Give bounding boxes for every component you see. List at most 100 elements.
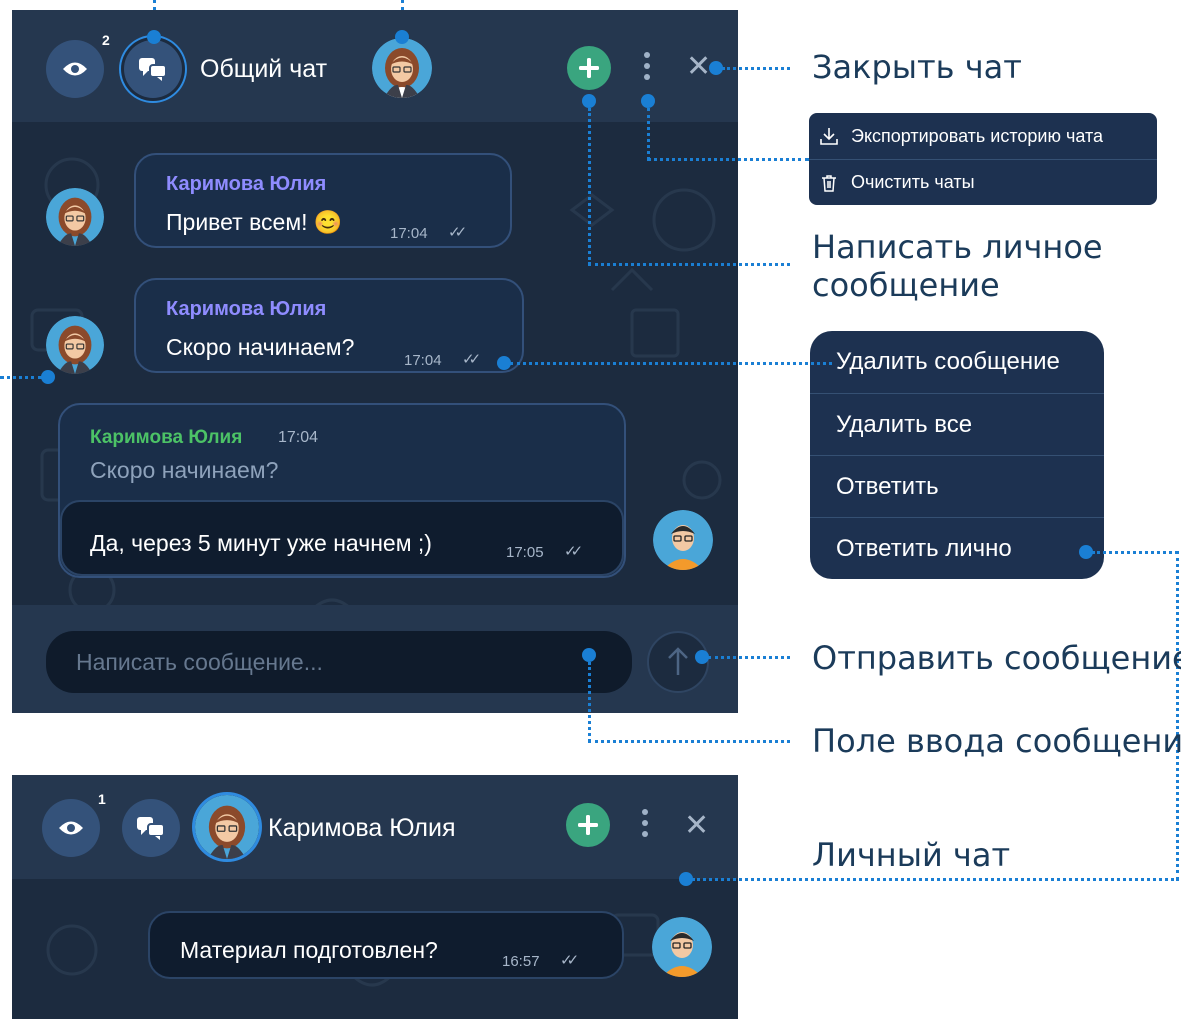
callout-dot xyxy=(679,872,693,886)
callout-line xyxy=(1176,551,1179,880)
more-options-icon[interactable] xyxy=(640,809,650,837)
message-time: 17:05 xyxy=(506,544,544,561)
message-text: Скоро начинаем? xyxy=(166,334,355,360)
new-private-message-button[interactable] xyxy=(567,46,611,90)
viewers-count-badge: 2 xyxy=(102,32,110,48)
message-bubble[interactable]: Да, через 5 минут уже начнем ;) 17:05 ✓✓ xyxy=(60,500,624,576)
reply-privately-label: Ответить лично xyxy=(836,534,1012,562)
callout-dot xyxy=(497,356,511,370)
callout-dot xyxy=(147,30,161,44)
clear-chats-label: Очистить чаты xyxy=(851,172,975,192)
quote-time: 17:04 xyxy=(278,429,319,446)
chat-bubbles-icon xyxy=(137,817,165,840)
clear-chats-item[interactable]: Очистить чаты xyxy=(809,160,1157,205)
more-options-icon[interactable] xyxy=(642,52,652,80)
message-time: 17:04 xyxy=(404,352,442,369)
chat-header: 2 Общий чат ✕ xyxy=(12,10,738,122)
read-checkmarks-icon: ✓✓ xyxy=(448,223,467,241)
message-text: Привет всем! 😊 xyxy=(166,209,343,235)
callout-dot xyxy=(1079,545,1093,559)
read-checkmarks-icon: ✓✓ xyxy=(462,350,481,368)
callout-line xyxy=(588,662,591,742)
message-text: Материал подготовлен? xyxy=(180,937,438,963)
private-chat-panel: 1 Каримова Юлия ✕ Материал подготовлен? … xyxy=(12,775,738,1019)
callout-dot xyxy=(41,370,55,384)
message-text: Да, через 5 минут уже начнем ;) xyxy=(90,530,432,556)
message-input[interactable] xyxy=(46,631,632,693)
man-avatar-icon xyxy=(653,510,713,570)
export-history-label: Экспортировать историю чата xyxy=(851,125,1104,146)
callout-dot xyxy=(582,94,596,108)
callout-line xyxy=(647,108,650,160)
message-time: 17:04 xyxy=(390,225,428,242)
own-avatar xyxy=(652,917,712,977)
message-time: 16:57 xyxy=(502,953,540,970)
viewers-button[interactable] xyxy=(46,40,104,98)
callout-line xyxy=(588,108,591,265)
message-author-avatar xyxy=(46,188,104,246)
callout-line xyxy=(0,376,42,379)
message-bubble[interactable]: Материал подготовлен? 16:57 ✓✓ xyxy=(148,911,624,979)
callout-dot xyxy=(695,650,709,664)
read-checkmarks-icon: ✓✓ xyxy=(560,951,579,969)
woman-avatar-icon xyxy=(195,795,259,859)
reply-item[interactable]: Ответить xyxy=(810,456,1104,518)
message-input-bar xyxy=(12,605,738,713)
plus-icon xyxy=(578,815,598,835)
delete-all-item[interactable]: Удалить все xyxy=(810,394,1104,456)
reply-privately-item[interactable]: Ответить лично xyxy=(810,518,1104,579)
callout-line xyxy=(510,362,832,365)
reply-label: Ответить xyxy=(836,473,939,500)
message-bubble[interactable]: Каримова Юлия Скоро начинаем? 17:04 ✓✓ xyxy=(134,278,524,373)
callout-close-chat: Закрыть чат xyxy=(812,48,1022,86)
woman-avatar-icon xyxy=(46,316,104,374)
general-chat-button[interactable] xyxy=(124,40,182,98)
close-chat-button[interactable]: ✕ xyxy=(686,52,711,82)
private-chat-avatar[interactable] xyxy=(195,795,259,859)
callout-send-message: Отправить сообщение xyxy=(812,639,1181,677)
export-history-item[interactable]: Экспортировать историю чата xyxy=(809,113,1157,159)
chat-bubbles-icon xyxy=(139,58,167,81)
message-author: Каримова Юлия xyxy=(166,298,327,320)
callout-input-field: Поле ввода сообщения xyxy=(812,722,1181,760)
callout-dot xyxy=(641,94,655,108)
message-context-menu: Удалить сообщение Удалить все Ответить О… xyxy=(810,331,1104,579)
eye-icon xyxy=(59,821,83,835)
callout-private-message-line2: сообщение xyxy=(812,266,1000,304)
delete-all-label: Удалить все xyxy=(836,411,973,438)
quote-text: Скоро начинаем? xyxy=(90,457,279,483)
delete-message-label: Удалить сообщение xyxy=(836,348,1060,375)
callout-dot xyxy=(709,61,723,75)
callout-line xyxy=(153,0,156,10)
close-chat-button[interactable]: ✕ xyxy=(684,811,709,841)
general-chat-button[interactable] xyxy=(122,799,180,857)
trash-icon xyxy=(822,174,836,192)
callout-dot xyxy=(582,648,596,662)
message-bubble[interactable]: Каримова Юлия Привет всем! 😊 17:04 ✓✓ xyxy=(134,153,512,248)
callout-private-chat: Личный чат xyxy=(812,836,1011,874)
plus-icon xyxy=(579,58,599,78)
callout-line xyxy=(692,878,1179,881)
callout-line xyxy=(588,263,790,266)
woman-avatar-icon xyxy=(46,188,104,246)
quote-author: Каримова Юлия xyxy=(90,427,243,448)
new-private-message-button[interactable] xyxy=(566,803,610,847)
chat-title: Общий чат xyxy=(200,55,328,83)
private-chat-header: 1 Каримова Юлия ✕ xyxy=(12,775,738,879)
delete-message-item[interactable]: Удалить сообщение xyxy=(810,331,1104,393)
callout-private-message-line1: Написать личное xyxy=(812,228,1103,266)
callout-line xyxy=(722,67,790,70)
read-checkmarks-icon: ✓✓ xyxy=(564,542,583,560)
viewers-button[interactable] xyxy=(42,799,100,857)
callout-line xyxy=(708,656,790,659)
man-avatar-icon xyxy=(652,917,712,977)
own-avatar xyxy=(653,510,713,570)
woman-avatar-icon xyxy=(372,38,432,98)
private-chat-title: Каримова Юлия xyxy=(268,814,456,842)
message-author: Каримова Юлия xyxy=(166,173,327,195)
viewers-count-badge: 1 xyxy=(98,791,106,807)
participant-avatar[interactable] xyxy=(372,38,432,98)
callout-line xyxy=(401,0,404,10)
arrow-up-icon xyxy=(668,647,688,675)
callout-dot xyxy=(395,30,409,44)
